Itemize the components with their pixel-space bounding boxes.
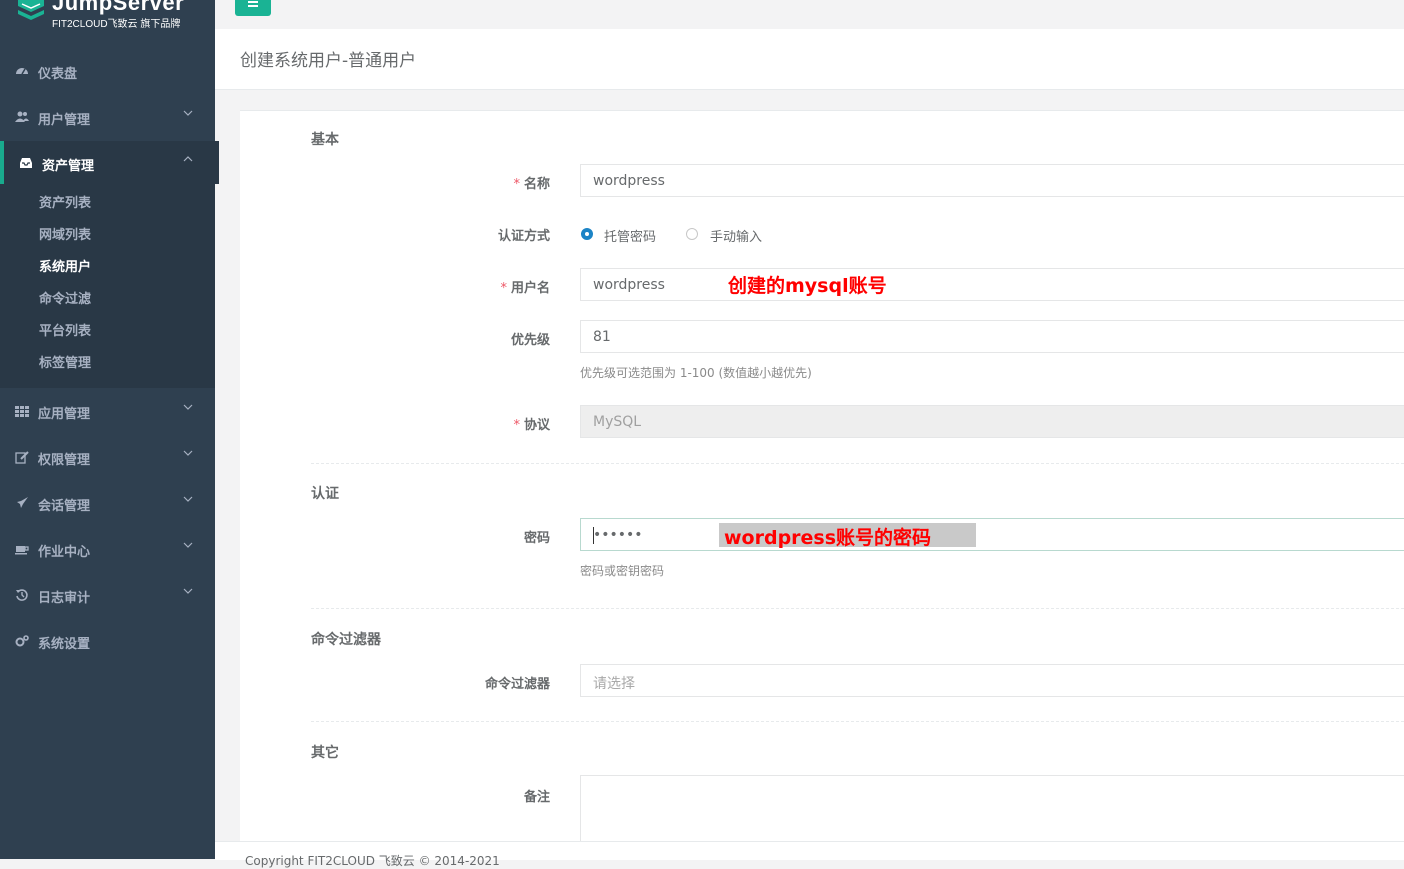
- radio-manual-input[interactable]: [686, 228, 698, 240]
- sidebar-item-audit-logs[interactable]: 日志审计: [0, 573, 215, 619]
- required-mark: *: [513, 418, 520, 433]
- section-divider: [311, 608, 1404, 609]
- sidebar-item-label: 用户管理: [38, 113, 91, 128]
- username-annotation: 创建的mysql账号: [728, 275, 887, 297]
- sidebar-item-assets[interactable]: 资产管理: [0, 141, 219, 184]
- jumpserver-logo-icon: [18, 0, 44, 20]
- chevron-down-icon: [183, 496, 193, 502]
- required-mark: *: [500, 281, 507, 296]
- chevron-down-icon: [183, 110, 193, 116]
- logo-title: JumpServer: [52, 0, 185, 15]
- section-title-other: 其它: [311, 745, 339, 761]
- name-label: * 名称: [310, 173, 550, 192]
- priority-label: 优先级: [510, 333, 550, 348]
- command-filter-select[interactable]: 请选择: [580, 664, 1404, 697]
- assets-submenu: 资产列表 网域列表 系统用户 命令过滤 平台列表 标签管理: [0, 184, 215, 388]
- chevron-up-icon: [183, 156, 193, 162]
- chevron-down-icon: [183, 404, 193, 410]
- protocol-label-text: 协议: [523, 418, 550, 433]
- name-input[interactable]: wordpress: [580, 164, 1404, 197]
- submenu-item-system-users[interactable]: 系统用户: [39, 256, 91, 275]
- sidebar-item-label: 作业中心: [38, 545, 91, 560]
- copyright-text: Copyright FIT2CLOUD 飞致云 © 2014-2021: [245, 854, 500, 868]
- page-header: 创建系统用户-普通用户: [215, 29, 1404, 90]
- name-label-text: 名称: [523, 177, 550, 192]
- sidebar-item-settings[interactable]: 系统设置: [0, 619, 215, 665]
- username-label-text: 用户名: [510, 281, 550, 296]
- protocol-label: * 协议: [310, 414, 550, 433]
- sidebar-item-label: 应用管理: [38, 407, 91, 422]
- sidebar-item-applications[interactable]: 应用管理: [0, 389, 215, 435]
- sidebar-item-label: 仪表盘: [38, 67, 78, 82]
- edit-icon: [15, 451, 29, 464]
- username-label: * 用户名: [310, 277, 550, 296]
- submenu-item-asset-list[interactable]: 资产列表: [39, 192, 91, 211]
- chevron-down-icon: [183, 450, 193, 456]
- submenu-item-label-management[interactable]: 标签管理: [39, 352, 91, 371]
- username-input[interactable]: wordpress: [580, 268, 1404, 301]
- sidebar-item-label: 会话管理: [38, 499, 91, 514]
- protocol-select: MySQL: [580, 405, 1404, 438]
- sidebar-item-users[interactable]: 用户管理: [0, 95, 215, 141]
- required-mark: *: [513, 177, 520, 192]
- comment-label: 备注: [523, 790, 550, 805]
- radio-manual-input-label[interactable]: 手动输入: [710, 226, 762, 245]
- logo-subtitle: FIT2CLOUD飞致云 旗下品牌: [52, 19, 181, 30]
- grid-icon: [15, 406, 29, 417]
- password-help: 密码或密钥密码: [580, 564, 665, 578]
- section-divider: [311, 463, 1404, 464]
- sidebar-item-permissions[interactable]: 权限管理: [0, 435, 215, 481]
- footer: Copyright FIT2CLOUD 飞致云 © 2014-2021: [215, 841, 1404, 868]
- password-label: 密码: [523, 531, 550, 546]
- password-annotation: wordpress账号的密码: [719, 523, 976, 549]
- menu-toggle-button[interactable]: [235, 0, 271, 16]
- sidebar-item-jobs[interactable]: 作业中心: [0, 527, 215, 573]
- page-title: 创建系统用户-普通用户: [240, 51, 417, 71]
- section-divider: [311, 721, 1404, 722]
- coffee-icon: [15, 546, 29, 555]
- priority-help: 优先级可选范围为 1-100 (数值越小越优先): [580, 366, 812, 380]
- radio-managed-password[interactable]: [581, 228, 593, 240]
- sidebar: JumpServer FIT2CLOUD飞致云 旗下品牌 仪表盘 用户管理 资产…: [0, 0, 219, 859]
- inbox-icon: [20, 158, 32, 168]
- auth-method-label: 认证方式: [497, 229, 550, 244]
- command-filter-label: 命令过滤器: [484, 677, 550, 692]
- submenu-item-domain-list[interactable]: 网域列表: [39, 224, 91, 243]
- section-title-basic: 基本: [311, 132, 339, 148]
- sidebar-item-dashboard[interactable]: 仪表盘: [0, 49, 215, 95]
- sidebar-item-label: 资产管理: [42, 159, 95, 174]
- logo[interactable]: JumpServer FIT2CLOUD飞致云 旗下品牌: [0, 0, 215, 48]
- history-icon: [16, 589, 28, 601]
- sidebar-item-label: 系统设置: [38, 637, 91, 652]
- rocket-icon: [17, 497, 28, 508]
- gears-icon: [15, 635, 29, 647]
- submenu-item-platform-list[interactable]: 平台列表: [39, 320, 91, 339]
- password-annotation-text: wordpress账号的密码: [724, 527, 932, 549]
- sidebar-item-label: 权限管理: [38, 453, 91, 468]
- chevron-down-icon: [183, 588, 193, 594]
- dashboard-icon: [16, 68, 28, 75]
- comment-textarea[interactable]: [580, 775, 1404, 845]
- text-caret: [593, 527, 594, 544]
- radio-managed-password-label[interactable]: 托管密码: [604, 226, 656, 245]
- priority-input[interactable]: 81: [580, 320, 1404, 353]
- section-title-auth: 认证: [311, 486, 339, 502]
- users-icon: [15, 111, 29, 122]
- form-card: [240, 110, 1404, 851]
- sidebar-item-label: 日志审计: [38, 591, 91, 606]
- submenu-item-command-filter[interactable]: 命令过滤: [39, 288, 91, 307]
- section-title-command-filter: 命令过滤器: [311, 632, 381, 648]
- chevron-down-icon: [183, 542, 193, 548]
- sidebar-item-sessions[interactable]: 会话管理: [0, 481, 215, 527]
- top-navbar: [215, 0, 1404, 29]
- password-input[interactable]: ••••••: [580, 518, 1404, 551]
